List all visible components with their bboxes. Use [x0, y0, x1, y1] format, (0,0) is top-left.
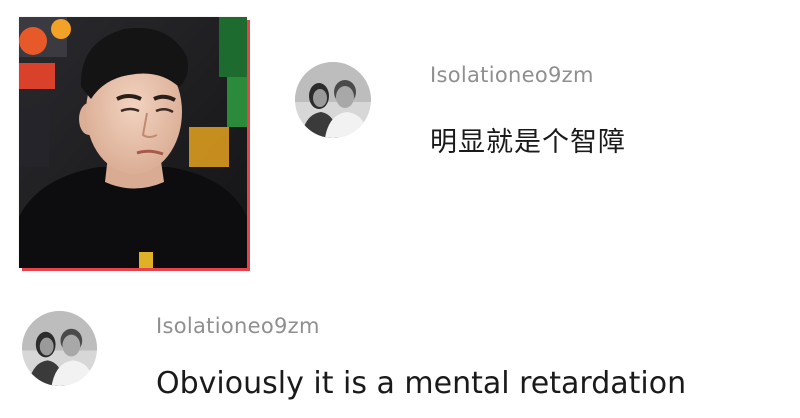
- comment-username[interactable]: Isolationeo9zm: [156, 314, 320, 338]
- comment-username[interactable]: Isolationeo9zm: [430, 63, 594, 87]
- streamer-video-thumbnail: [19, 17, 247, 268]
- avatar[interactable]: [22, 311, 97, 386]
- streamer-photo-illustration: [19, 17, 247, 268]
- avatar-couple-photo-icon: [295, 62, 371, 138]
- comment-text: 明显就是个智障: [430, 127, 626, 158]
- avatar[interactable]: [295, 62, 371, 138]
- comment-text: Obviously it is a mental retardation: [156, 366, 687, 401]
- avatar-couple-photo-icon: [22, 311, 97, 386]
